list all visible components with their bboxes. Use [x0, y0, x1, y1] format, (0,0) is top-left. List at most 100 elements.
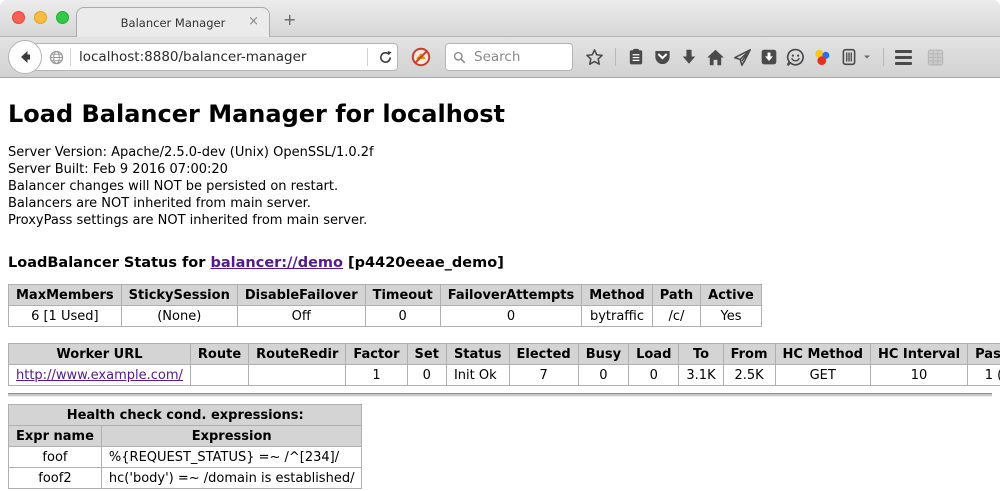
- search-input[interactable]: [472, 48, 562, 66]
- page-thumbnails-icon[interactable]: [922, 44, 949, 71]
- table-row: foof2 hc('body') =~ /domain is establish…: [9, 468, 362, 489]
- save-to-device-icon[interactable]: [756, 44, 782, 70]
- cell-active: Yes: [701, 306, 762, 327]
- cell-load: 0: [629, 365, 679, 386]
- col-header: Active: [701, 285, 762, 306]
- title-bar: Balancer Manager × +: [0, 0, 1000, 37]
- col-header: To: [679, 344, 723, 365]
- cell-busy: 0: [578, 365, 628, 386]
- col-header: MaxMembers: [9, 285, 122, 306]
- cell-status: Init Ok: [446, 365, 509, 386]
- close-window-button[interactable]: [12, 11, 25, 24]
- col-header: Method: [582, 285, 652, 306]
- cell-expression: %{REQUEST_STATUS} =~ /^[234]/: [101, 447, 362, 468]
- col-header: Passes: [968, 344, 1000, 365]
- cell-route: [190, 365, 248, 386]
- col-header: Status: [446, 344, 509, 365]
- table-header-row: Expr name Expression: [9, 426, 362, 447]
- server-built-line: Server Built: Feb 9 2016 07:00:20: [8, 161, 992, 178]
- col-header: From: [723, 344, 775, 365]
- tab-close-icon[interactable]: ×: [248, 14, 259, 30]
- cell-to: 3.1K: [679, 365, 723, 386]
- col-header: Route: [190, 344, 248, 365]
- col-header: Load: [629, 344, 679, 365]
- worker-row: http://www.example.com/ 1 0 Init Ok 7 0 …: [9, 365, 1000, 386]
- hc-table-title: Health check cond. expressions:: [9, 405, 362, 426]
- table-row: foof %{REQUEST_STATUS} =~ /^[234]/: [9, 447, 362, 468]
- cell-worker-url: http://www.example.com/: [9, 365, 191, 386]
- col-header: Factor: [346, 344, 407, 365]
- cell-elected: 7: [509, 365, 578, 386]
- url-input[interactable]: [77, 48, 361, 66]
- cell-method: bytraffic: [582, 306, 652, 327]
- cell-hc-method: GET: [775, 365, 870, 386]
- urlbar-divider: [70, 48, 71, 66]
- col-header: Worker URL: [9, 344, 191, 365]
- search-icon: [453, 51, 466, 64]
- col-header: Set: [407, 344, 446, 365]
- server-version-line: Server Version: Apache/2.5.0-dev (Unix) …: [8, 144, 992, 161]
- container-extension-icon[interactable]: [836, 44, 862, 70]
- cell-stickysession: (None): [121, 306, 237, 327]
- cell-from: 2.5K: [723, 365, 775, 386]
- cell-timeout: 0: [365, 306, 440, 327]
- col-header: Expression: [101, 426, 362, 447]
- table-header-row: Worker URL Route RouteRedir Factor Set S…: [9, 344, 1000, 365]
- health-check-expressions-table: Health check cond. expressions: Expr nam…: [8, 404, 362, 489]
- col-header: HC Method: [775, 344, 870, 365]
- back-button[interactable]: [8, 40, 42, 74]
- cell-expr-name: foof2: [9, 468, 102, 489]
- status-prefix: LoadBalancer Status for: [8, 255, 210, 271]
- home-icon[interactable]: [702, 44, 729, 71]
- reading-list-icon[interactable]: [623, 44, 649, 70]
- horizontal-rule: [8, 393, 992, 397]
- send-page-icon[interactable]: [729, 44, 756, 71]
- table-title-row: Health check cond. expressions:: [9, 405, 362, 426]
- balancer-demo-link[interactable]: balancer://demo: [210, 255, 343, 271]
- notice-line: Balancers are NOT inherited from main se…: [8, 195, 992, 212]
- chevron-down-icon[interactable]: [862, 48, 876, 66]
- col-header: Path: [652, 285, 700, 306]
- tab-balancer-manager[interactable]: Balancer Manager ×: [76, 7, 270, 37]
- notice-line: Balancer changes will NOT be persisted o…: [8, 178, 992, 195]
- url-bar[interactable]: [26, 43, 398, 71]
- minimize-window-button[interactable]: [34, 11, 47, 24]
- noscript-blocker-icon[interactable]: [407, 43, 435, 71]
- col-header: RouteRedir: [249, 344, 346, 365]
- col-header: FailoverAttempts: [440, 285, 582, 306]
- reload-icon[interactable]: [374, 46, 397, 69]
- cell-expression: hc('body') =~ /domain is established/: [101, 468, 362, 489]
- page-title: Load Balancer Manager for localhost: [8, 100, 992, 128]
- col-header: Elected: [509, 344, 578, 365]
- col-header: DisableFailover: [237, 285, 365, 306]
- col-header: StickySession: [121, 285, 237, 306]
- chat-smiley-icon[interactable]: [782, 44, 809, 71]
- search-bar[interactable]: [445, 43, 573, 71]
- table-row: 6 [1 Used] (None) Off 0 0 bytraffic /c/ …: [9, 306, 762, 327]
- bookmark-star-icon[interactable]: [581, 44, 608, 71]
- pocket-icon[interactable]: [649, 44, 676, 71]
- col-header: Expr name: [9, 426, 102, 447]
- browser-window: Balancer Manager × +: [0, 0, 1000, 491]
- toolbar-divider: [883, 48, 884, 66]
- cell-path: /c/: [652, 306, 700, 327]
- notice-line: ProxyPass settings are NOT inherited fro…: [8, 212, 992, 229]
- new-tab-button[interactable]: +: [283, 12, 296, 28]
- toolbar-divider: [615, 48, 616, 66]
- loadbalancer-status-heading: LoadBalancer Status for balancer://demo …: [8, 255, 992, 271]
- col-header: HC Interval: [870, 344, 967, 365]
- globe-icon: [49, 50, 64, 65]
- worker-url-link[interactable]: http://www.example.com/: [16, 368, 183, 383]
- table-header-row: MaxMembers StickySession DisableFailover…: [9, 285, 762, 306]
- zoom-window-button[interactable]: [56, 11, 69, 24]
- urlbar-divider: [367, 48, 368, 66]
- worker-status-table: Worker URL Route RouteRedir Factor Set S…: [8, 343, 1000, 386]
- color-dots-extension-icon[interactable]: [809, 44, 836, 71]
- downloads-icon[interactable]: [676, 44, 702, 70]
- page-content: Load Balancer Manager for localhost Serv…: [0, 78, 1000, 491]
- cell-hc-interval: 10: [870, 365, 967, 386]
- window-controls: [12, 11, 69, 24]
- menu-hamburger-icon[interactable]: [891, 46, 916, 69]
- col-header: Busy: [578, 344, 628, 365]
- cell-disablefailover: Off: [237, 306, 365, 327]
